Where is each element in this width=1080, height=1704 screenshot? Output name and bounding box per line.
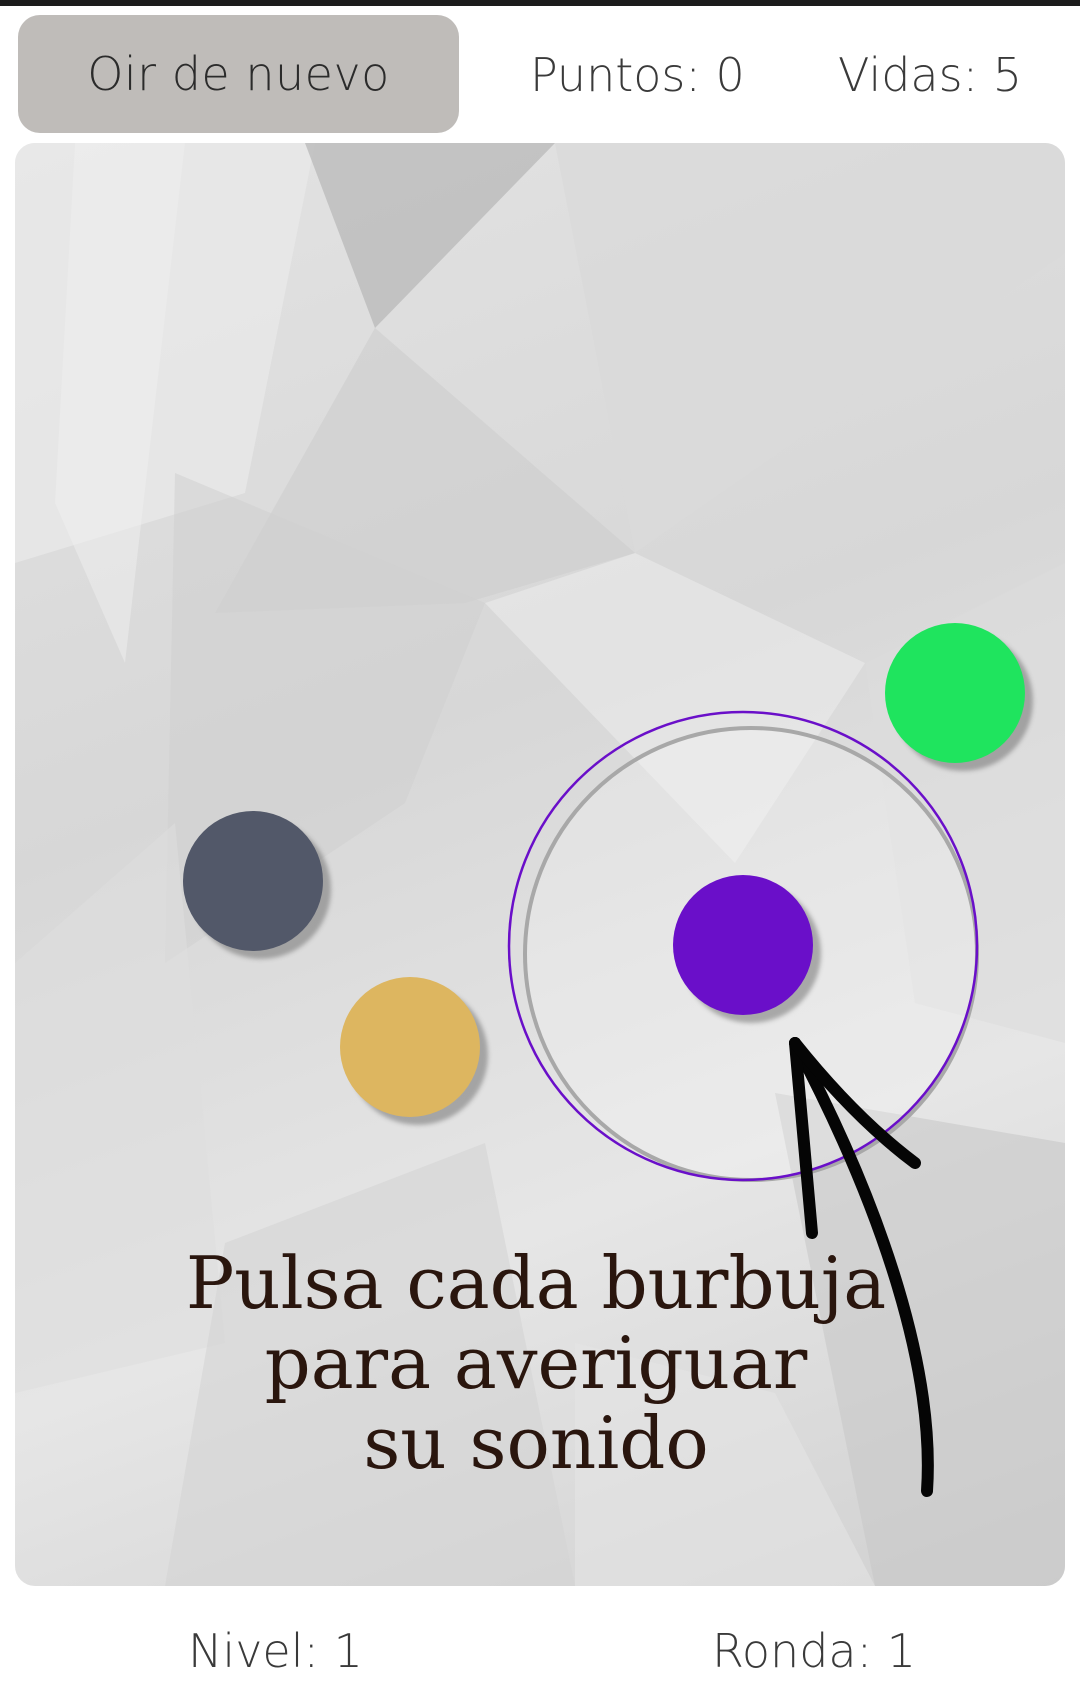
lives-counter: Vidas: 5 [838, 48, 1022, 102]
bubble-gold[interactable] [340, 977, 480, 1117]
bubble-purple[interactable] [673, 875, 813, 1015]
replay-sound-button[interactable]: Oir de nuevo [18, 15, 459, 133]
instruction-line-3: su sonido [363, 1401, 709, 1485]
game-board[interactable]: Pulsa cada burbuja para averiguar su son… [15, 143, 1065, 1586]
instruction-line-1: Pulsa cada burbuja [185, 1241, 887, 1325]
bubble-dark-slate[interactable] [183, 811, 323, 951]
points-counter: Puntos: 0 [530, 48, 745, 102]
round-indicator: Ronda: 1 [712, 1624, 916, 1678]
instruction-line-2: para averiguar [264, 1321, 808, 1405]
instruction-text: Pulsa cada burbuja para averiguar su son… [115, 1243, 957, 1483]
top-rule [0, 0, 1080, 6]
level-indicator: Nivel: 1 [188, 1624, 363, 1678]
bubble-green[interactable] [885, 623, 1025, 763]
